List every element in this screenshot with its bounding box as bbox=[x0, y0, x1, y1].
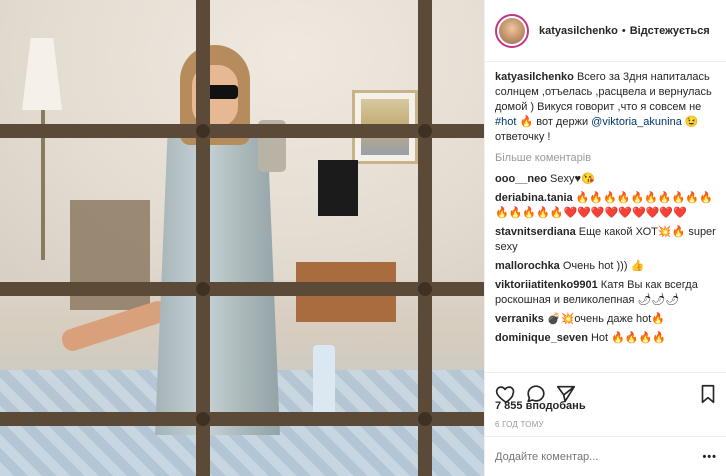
comment-username[interactable]: stavnitserdiana bbox=[495, 226, 576, 238]
post-time[interactable]: 6 ГОД ТОМУ bbox=[495, 420, 544, 429]
mirror-rivet bbox=[418, 124, 432, 138]
mirror-rivet bbox=[418, 282, 432, 296]
caption-hashtag[interactable]: #hot bbox=[495, 116, 516, 128]
comment-row: mallorochka Очень hot ))) 👍 bbox=[495, 259, 721, 274]
mirror-rivet bbox=[196, 124, 210, 138]
mirror-rivet bbox=[196, 282, 210, 296]
caption-username[interactable]: katyasilchenko bbox=[495, 71, 574, 83]
mirror-frame-bar bbox=[0, 282, 484, 296]
comment-row: verraniks 💣💥очень даже hot🔥 bbox=[495, 312, 721, 327]
header-username[interactable]: katyasilchenko bbox=[539, 25, 618, 37]
water-bottle bbox=[313, 345, 335, 415]
bookmark-icon[interactable] bbox=[697, 383, 719, 405]
mirror-frame-bar bbox=[0, 412, 484, 426]
comment-username[interactable]: dominique_seven bbox=[495, 332, 588, 344]
options-icon[interactable]: ••• bbox=[702, 451, 717, 463]
follow-status[interactable]: Відстежується bbox=[630, 25, 710, 37]
post-panel: katyasilchenko • Відстежується katyasilc… bbox=[484, 0, 726, 476]
comment-username[interactable]: mallorochka bbox=[495, 260, 560, 272]
comment-text: Очень hot ))) 👍 bbox=[562, 260, 645, 272]
mirror-rivet bbox=[418, 412, 432, 426]
avatar[interactable] bbox=[495, 13, 529, 48]
post-header: katyasilchenko • Відстежується bbox=[485, 0, 726, 62]
tv bbox=[318, 160, 358, 216]
post-photo[interactable] bbox=[0, 0, 484, 476]
caption-mention[interactable]: @viktoria_akunina bbox=[591, 116, 682, 128]
comment-username[interactable]: viktoriiatitenko9901 bbox=[495, 279, 598, 291]
comment-row: stavnitserdiana Еще какой ХОТ💥🔥 super se… bbox=[495, 225, 721, 255]
caption-text-2: 🔥 вот держи bbox=[519, 116, 589, 128]
comment-text: 💣💥очень даже hot🔥 bbox=[547, 313, 666, 325]
comment-row: dominique_seven Hot 🔥🔥🔥🔥 bbox=[495, 331, 721, 346]
comment-text: Hot 🔥🔥🔥🔥 bbox=[590, 332, 666, 344]
add-comment-input[interactable] bbox=[495, 450, 695, 463]
comment-text: Sexy♥😘 bbox=[550, 173, 595, 185]
add-comment-row: ••• bbox=[485, 436, 726, 476]
mirror-rivet bbox=[196, 412, 210, 426]
caption: katyasilchenko Всего за 3дня напиталась … bbox=[495, 70, 721, 145]
comment-row: ooo__neo Sexy♥😘 bbox=[495, 172, 721, 187]
more-comments-link[interactable]: Більше коментарів bbox=[495, 151, 721, 166]
mirror-frame-bar bbox=[0, 124, 484, 138]
header-dot: • bbox=[621, 24, 626, 37]
likes-count[interactable]: 7 855 вподобань bbox=[495, 400, 586, 412]
comment-row: deriabina.tania 🔥🔥🔥🔥🔥🔥🔥🔥🔥🔥🔥🔥🔥🔥🔥❤️❤️❤️❤️❤… bbox=[495, 191, 721, 221]
comment-username[interactable]: deriabina.tania bbox=[495, 192, 573, 204]
instagram-post: katyasilchenko • Відстежується katyasilc… bbox=[0, 0, 726, 476]
comments-area: katyasilchenko Всего за 3дня напиталась … bbox=[495, 70, 721, 366]
mirror-frame-bar bbox=[418, 0, 432, 476]
mirror-frame-bar bbox=[196, 0, 210, 476]
comment-row: viktoriiatitenko9901 Катя Вы как всегда … bbox=[495, 278, 721, 308]
comment-username[interactable]: verraniks bbox=[495, 313, 544, 325]
comment-username[interactable]: ooo__neo bbox=[495, 173, 547, 185]
